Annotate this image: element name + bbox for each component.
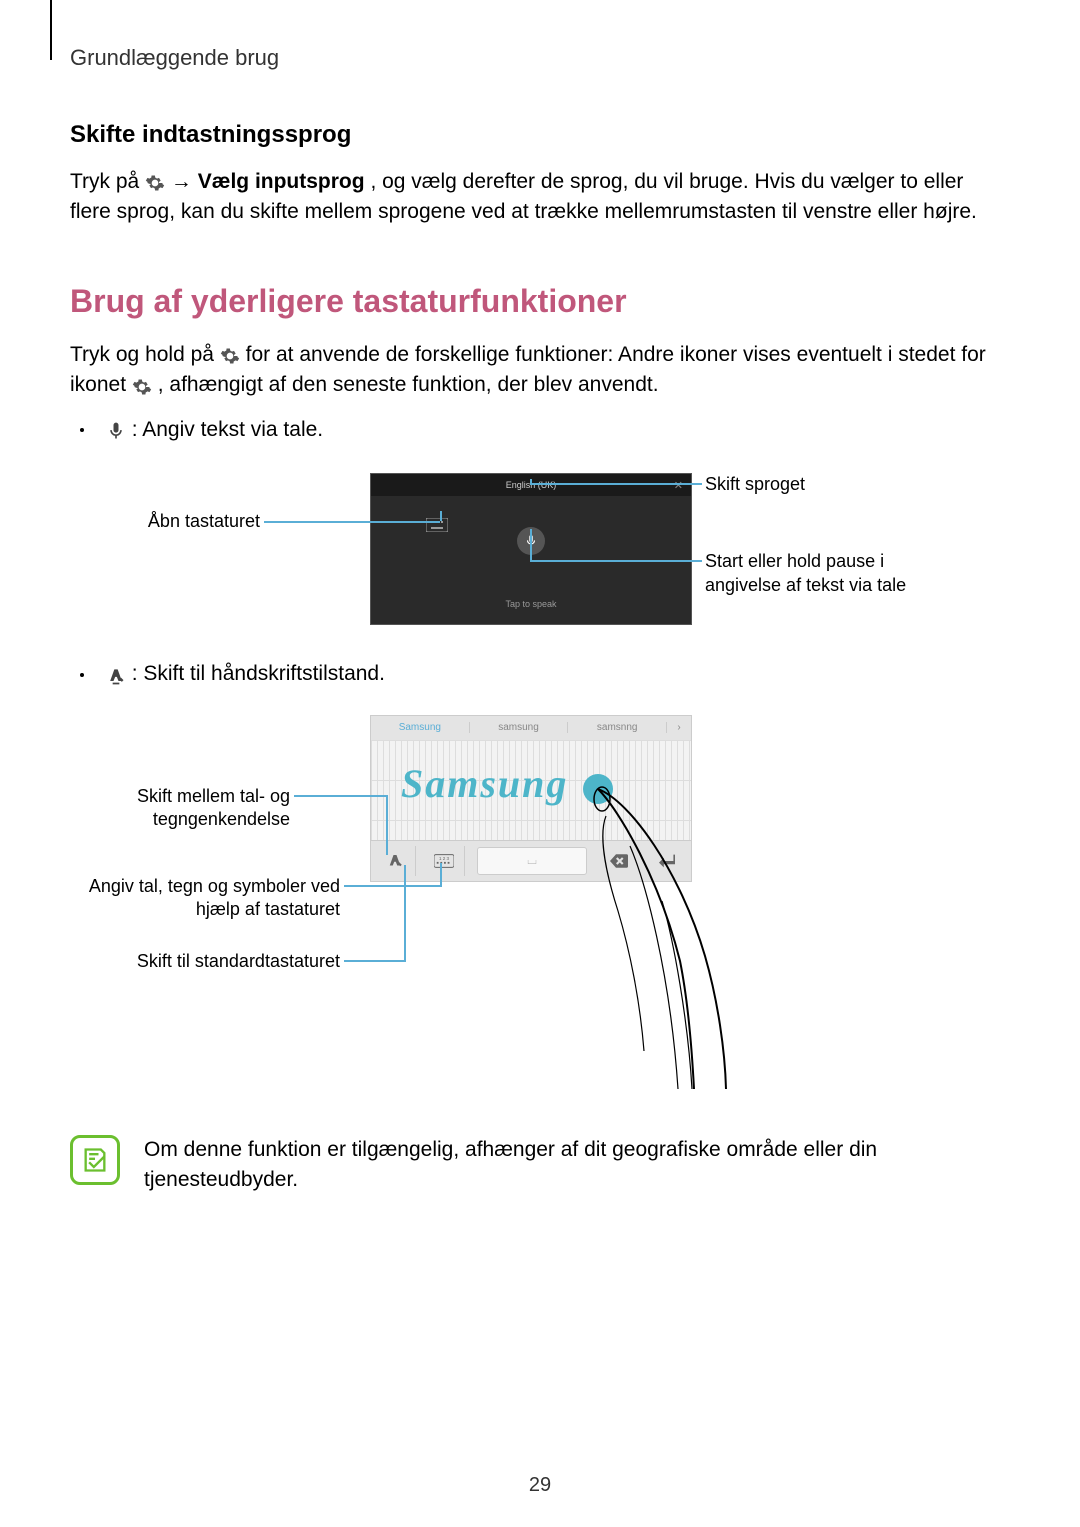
handwriting-diagram: Samsung samsung samsnng › Samsung 1 2 3 …: [70, 715, 1010, 1105]
text: →: [171, 170, 198, 193]
note-text: Om denne funktion er tilgængelig, afhæng…: [144, 1135, 1010, 1196]
handwriting-icon: [106, 665, 126, 685]
voice-language-bar: English (UK) ✕: [371, 474, 691, 496]
section-title-2: Brug af yderligere tastaturfunktioner: [70, 283, 1010, 320]
suggestion-1: Samsung: [371, 722, 470, 733]
text: Tryk på: [70, 170, 145, 193]
bullet-dot-icon: [80, 428, 84, 432]
chevron-right-icon: ›: [667, 722, 691, 733]
callout-line: [530, 560, 702, 562]
callout-line: [344, 885, 440, 887]
callout-switch-num: Skift mellem tal- og tegngenkendelse: [110, 785, 290, 832]
keyboard-num-icon: 1 2 3: [424, 846, 465, 876]
section-1-paragraph: Tryk på → Vælg inputsprog , og vælg dere…: [70, 167, 1010, 228]
page-header: Grundlæggende brug: [70, 45, 1010, 71]
suggestion-3: samsnng: [568, 722, 667, 733]
note-block: Om denne funktion er tilgængelig, afhæng…: [70, 1135, 1010, 1196]
callout-start-pause: Start eller hold pause i angivelse af te…: [705, 550, 925, 597]
bullet-text: : Skift til håndskriftstilstand.: [132, 662, 385, 685]
svg-text:1 2 3: 1 2 3: [439, 856, 450, 861]
text: Tryk og hold på: [70, 343, 220, 366]
voice-input-diagram: English (UK) ✕ Tap to speak Åbn tastatur…: [70, 465, 1010, 645]
callout-line: [440, 511, 442, 521]
gear-icon: [132, 376, 152, 396]
suggestion-2: samsung: [470, 722, 569, 733]
callout-change-language: Skift sproget: [705, 473, 905, 496]
gear-icon: [145, 172, 165, 192]
callout-switch-std: Skift til standardtastaturet: [80, 950, 340, 973]
finger-illustration: [570, 761, 760, 1091]
mic-icon: [106, 420, 126, 440]
bullet-dot-icon: [80, 673, 84, 677]
gear-icon: [220, 345, 240, 365]
note-icon: [70, 1135, 120, 1185]
callout-line: [440, 863, 442, 887]
bold-text: Vælg inputsprog: [198, 170, 365, 193]
callout-line: [404, 865, 406, 962]
callout-open-keyboard: Åbn tastaturet: [130, 510, 260, 533]
callout-line: [264, 521, 440, 523]
voice-footer-label: Tap to speak: [371, 586, 691, 622]
callout-line: [294, 795, 386, 797]
bullet-voice: : Angiv tekst via tale.: [80, 415, 1010, 445]
callout-enter-symbols: Angiv tal, tegn og symboler ved hjælp af…: [80, 875, 340, 922]
page-number: 29: [0, 1474, 1080, 1497]
callout-line: [344, 960, 404, 962]
bullet-text: : Angiv tekst via tale.: [132, 418, 323, 441]
callout-line: [530, 479, 532, 485]
callout-line: [530, 483, 702, 485]
close-icon: ✕: [674, 479, 683, 492]
bullet-handwriting: : Skift til håndskriftstilstand.: [80, 659, 1010, 689]
suggestion-bar: Samsung samsung samsnng ›: [371, 716, 691, 740]
text: , afhængigt af den seneste funktion, der…: [158, 373, 659, 396]
mode-switch-icon: [375, 846, 416, 876]
callout-line: [530, 529, 532, 562]
section-2-paragraph: Tryk og hold på for at anvende de forske…: [70, 340, 1010, 401]
callout-line: [386, 795, 388, 855]
section-title-1: Skifte indtastningssprog: [70, 121, 1010, 149]
